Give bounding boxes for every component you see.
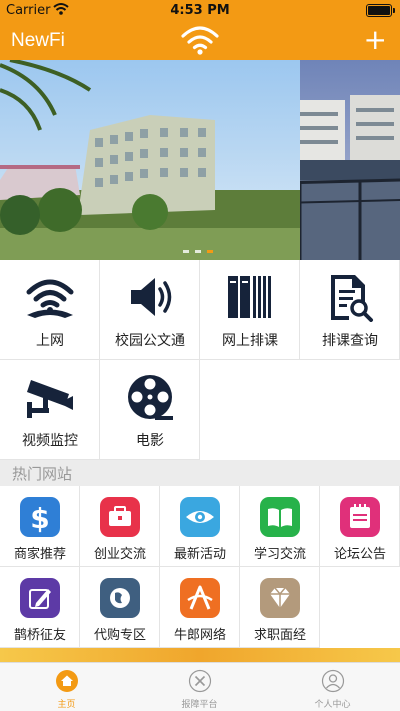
home-icon: [56, 670, 78, 692]
tab-label: 主页: [57, 700, 76, 710]
tab-personal-center[interactable]: 个人中心: [266, 663, 399, 711]
add-button[interactable]: +: [364, 26, 387, 54]
site-label: 牛郎网络: [173, 628, 226, 643]
dollar-icon: $: [20, 497, 60, 537]
carousel-dot-active[interactable]: [207, 250, 213, 253]
banner-carousel[interactable]: [0, 60, 400, 260]
tab-label: 个人中心: [314, 700, 351, 710]
site-label: 商家推荐: [13, 547, 66, 562]
document-search-icon: [331, 275, 373, 322]
site-merchant-recommend[interactable]: $ 商家推荐: [0, 486, 80, 567]
clock: 4:53 PM: [170, 3, 230, 18]
site-label: 学习交流: [253, 547, 306, 562]
service-label: 校园公文通: [115, 333, 185, 349]
film-reel-icon: [128, 375, 173, 420]
site-purchasing-zone[interactable]: 代购专区: [80, 567, 160, 648]
site-label: 代购专区: [93, 628, 146, 643]
user-icon: [321, 669, 345, 693]
tab-fault-report[interactable]: 报障平台: [133, 663, 266, 711]
battery-icon: [366, 4, 392, 17]
site-job-interview[interactable]: 求职面经: [240, 567, 320, 648]
tab-home[interactable]: 主页: [0, 663, 133, 711]
site-matchmaking[interactable]: 鹊桥征友: [0, 567, 80, 648]
site-startup-exchange[interactable]: 创业交流: [80, 486, 160, 567]
service-course-scheduling[interactable]: 网上排课: [200, 260, 300, 360]
speaker-icon: [131, 278, 172, 316]
site-label: 论坛公告: [333, 547, 386, 562]
battery-tip: [393, 8, 395, 13]
site-study-exchange[interactable]: 学习交流: [240, 486, 320, 567]
eye-icon: [180, 497, 220, 537]
books-icon: [228, 276, 271, 318]
decorative-strip: [0, 648, 400, 662]
svg-text:$: $: [30, 502, 49, 535]
brand-a-icon: [180, 578, 220, 618]
wifi-icon: [26, 279, 74, 318]
service-label: 网上排课: [222, 333, 278, 349]
service-label: 视频监控: [22, 433, 78, 449]
wifi-logo-icon: [181, 26, 219, 55]
service-movie[interactable]: 电影: [100, 360, 200, 460]
service-schedule-query[interactable]: 排课查询: [300, 260, 400, 360]
tab-label: 报障平台: [181, 700, 218, 710]
briefcase-icon: [100, 497, 140, 537]
services-grid: 上网 校园公文通 网上排课 排课查询 视频监控 电影: [0, 260, 400, 460]
globe-icon: [100, 578, 140, 618]
campus-photo: [0, 60, 400, 260]
section-title: 热门网站: [12, 465, 73, 483]
site-niulang-network[interactable]: 牛郎网络: [160, 567, 240, 648]
service-campus-notice[interactable]: 校园公文通: [100, 260, 200, 360]
hot-sites-grid: $ 商家推荐 创业交流 最新活动 学习交流 论坛公告 鹊桥征友 代购专区 牛郎网…: [0, 486, 400, 648]
pen-edit-icon: [20, 578, 60, 618]
nav-bar: NewFi +: [0, 22, 400, 60]
open-book-icon: [260, 497, 300, 537]
site-latest-events[interactable]: 最新活动: [160, 486, 240, 567]
service-label: 排课查询: [322, 333, 378, 349]
carousel-dot[interactable]: [183, 250, 189, 253]
service-video-surveillance[interactable]: 视频监控: [0, 360, 100, 460]
diamond-icon: [260, 578, 300, 618]
hot-sites-header: 热门网站: [0, 460, 400, 486]
site-forum-announcement[interactable]: 论坛公告: [320, 486, 400, 567]
site-label: 最新活动: [173, 547, 226, 562]
service-internet[interactable]: 上网: [0, 260, 100, 360]
service-label: 上网: [36, 333, 64, 349]
notepad-icon: [340, 497, 380, 537]
app-title: NewFi: [11, 30, 65, 51]
cctv-camera-icon: [27, 380, 73, 418]
status-bar: Carrier 4:53 PM: [0, 0, 400, 22]
site-label: 创业交流: [93, 547, 146, 562]
tab-bar: 主页 报障平台 个人中心: [0, 662, 400, 711]
site-label: 鹊桥征友: [13, 628, 66, 643]
carousel-dot[interactable]: [195, 250, 201, 253]
carousel-indicator[interactable]: [183, 250, 213, 253]
site-label: 求职面经: [253, 628, 306, 643]
service-label: 电影: [136, 433, 164, 449]
tools-icon: [188, 669, 212, 693]
